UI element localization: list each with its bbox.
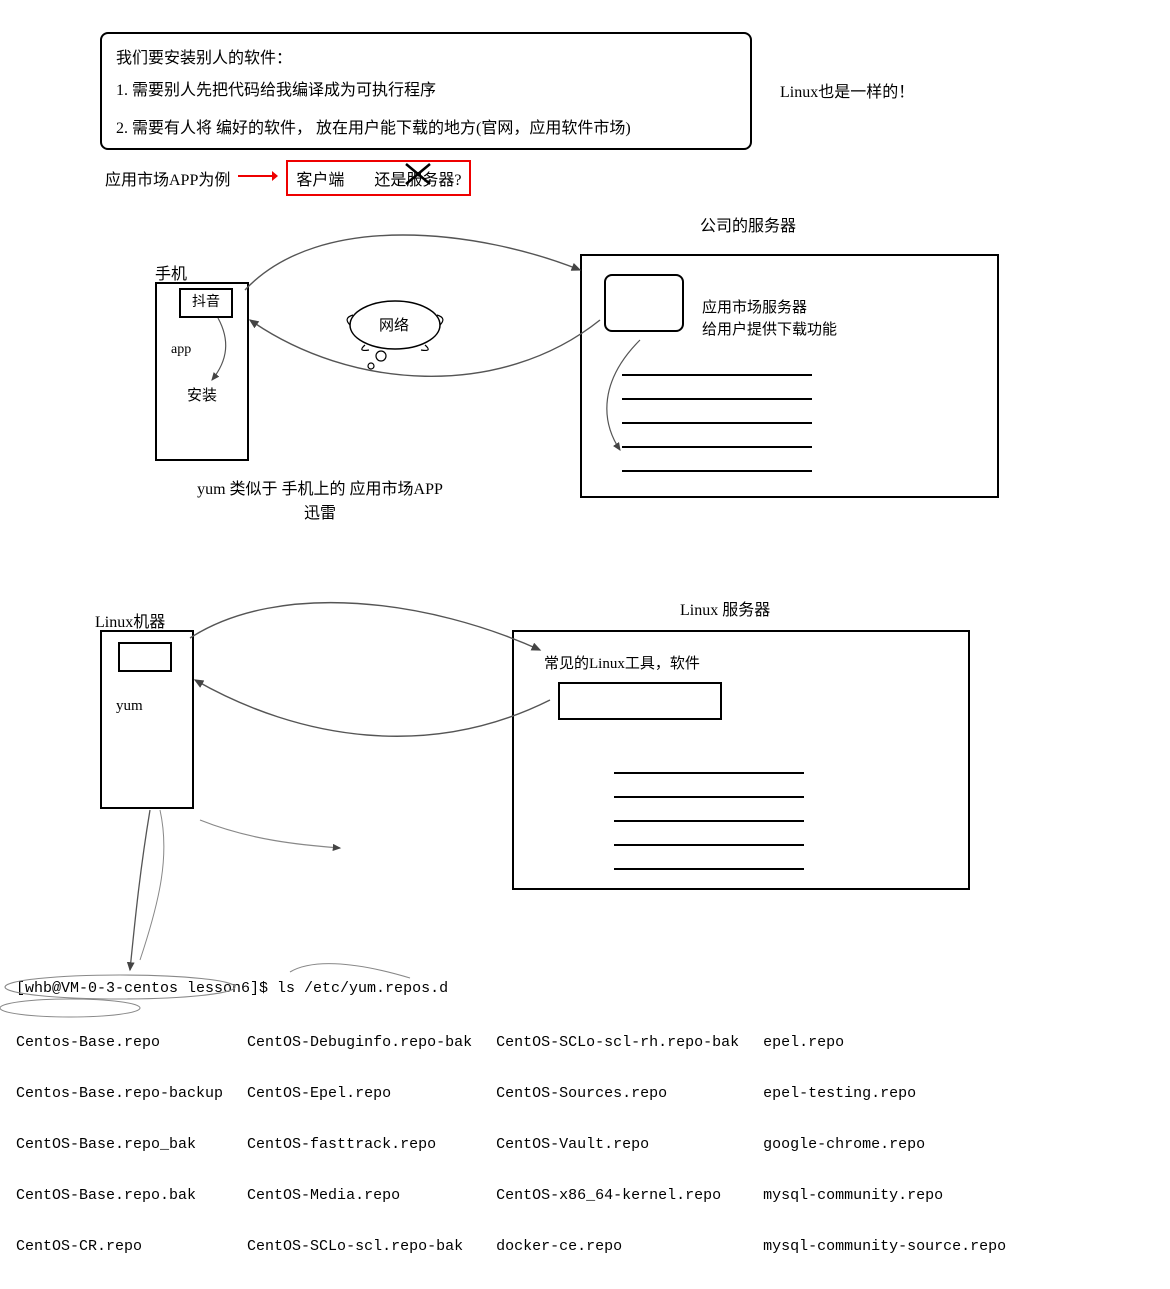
phone-box: 抖音 app 安装 (155, 282, 249, 461)
file: docker-ce.repo (496, 1238, 739, 1255)
content-line (622, 422, 812, 424)
linux-server-text: 常见的Linux工具，软件 (544, 652, 700, 673)
linux-app-tile (118, 642, 172, 672)
file: Centos-Base.repo (16, 1034, 223, 1051)
analogy-footer: yum 类似于 手机上的 应用市场APP 迅雷 (160, 475, 480, 523)
footer-line2: 迅雷 (160, 499, 480, 523)
or-server-text: 还是服务器? (374, 166, 461, 190)
content-line (614, 796, 804, 798)
content-line (614, 844, 804, 846)
linux-server-title: Linux 服务器 (680, 596, 770, 620)
phone-label: 手机 (155, 260, 187, 284)
install-text: 安装 (187, 384, 217, 405)
term-col4: epel.repo epel-testing.repo google-chrom… (763, 1000, 1006, 1289)
file: CentOS-CR.repo (16, 1238, 223, 1255)
network-cloud: 网络 (335, 290, 455, 375)
linux-inner-box (558, 682, 722, 720)
file: epel-testing.repo (763, 1085, 1006, 1102)
client-text: 客户端 (296, 166, 344, 190)
content-line (622, 398, 812, 400)
file: CentOS-Base.repo_bak (16, 1136, 223, 1153)
content-line (622, 446, 812, 448)
content-line (622, 470, 812, 472)
example-label: 应用市场APP为例 (105, 166, 230, 190)
file: CentOS-Vault.repo (496, 1136, 739, 1153)
server-inner-icon (604, 274, 684, 332)
app-tile: 抖音 (179, 288, 233, 318)
file: CentOS-Debuginfo.repo-bak (247, 1034, 472, 1051)
intro-item1: 1. 需要别人先把代码给我编译成为可执行程序 (116, 76, 736, 100)
file: google-chrome.repo (763, 1136, 1006, 1153)
linux-client-box: yum (100, 630, 194, 809)
file: Centos-Base.repo-backup (16, 1085, 223, 1102)
terminal-output: Centos-Base.repo Centos-Base.repo-backup… (16, 1000, 1006, 1289)
server-box-top: 应用市场服务器 给用户提供下载功能 (580, 254, 999, 498)
example-row: 应用市场APP为例 客户端 还是服务器? (105, 160, 471, 196)
intro-box: 我们要安装别人的软件： 1. 需要别人先把代码给我编译成为可执行程序 2. 需要… (100, 32, 752, 150)
content-line (614, 772, 804, 774)
footer-line1: yum 类似于 手机上的 应用市场APP (160, 475, 480, 499)
file: CentOS-SCLo-scl-rh.repo-bak (496, 1034, 739, 1051)
red-question-box: 客户端 还是服务器? (286, 160, 471, 196)
content-line (614, 820, 804, 822)
term-col3: CentOS-SCLo-scl-rh.repo-bak CentOS-Sourc… (496, 1000, 739, 1289)
cross-icon (404, 162, 434, 188)
file: epel.repo (763, 1034, 1006, 1051)
yum-label: yum (116, 698, 143, 715)
arrow-right-icon (238, 168, 278, 189)
file: CentOS-Media.repo (247, 1187, 472, 1204)
intro-item2: 2. 需要有人将 编好的软件， 放在用户能下载的地方(官网，应用软件市场) (116, 114, 736, 138)
app-text: app (171, 342, 191, 358)
file: mysql-community.repo (763, 1187, 1006, 1204)
file: CentOS-Base.repo.bak (16, 1187, 223, 1204)
network-label: 网络 (379, 314, 409, 335)
linux-client-label: Linux机器 (95, 608, 165, 632)
term-col2: CentOS-Debuginfo.repo-bak CentOS-Epel.re… (247, 1000, 472, 1289)
file: CentOS-x86_64-kernel.repo (496, 1187, 739, 1204)
term-col1: Centos-Base.repo Centos-Base.repo-backup… (16, 1000, 223, 1289)
content-line (622, 374, 812, 376)
server-desc1: 应用市场服务器 (702, 296, 807, 317)
server-desc2: 给用户提供下载功能 (702, 318, 837, 339)
server-title-top: 公司的服务器 (700, 212, 796, 236)
file: CentOS-Sources.repo (496, 1085, 739, 1102)
file: CentOS-Epel.repo (247, 1085, 472, 1102)
file: mysql-community-source.repo (763, 1238, 1006, 1255)
intro-title: 我们要安装别人的软件： (116, 44, 736, 68)
terminal-prompt: [whb@VM-0-3-centos lesson6]$ ls /etc/yum… (16, 980, 448, 997)
side-note: Linux也是一样的！ (780, 78, 914, 102)
content-line (614, 868, 804, 870)
file: CentOS-SCLo-scl.repo-bak (247, 1238, 472, 1255)
file: CentOS-fasttrack.repo (247, 1136, 472, 1153)
linux-server-box: 常见的Linux工具，软件 (512, 630, 970, 890)
